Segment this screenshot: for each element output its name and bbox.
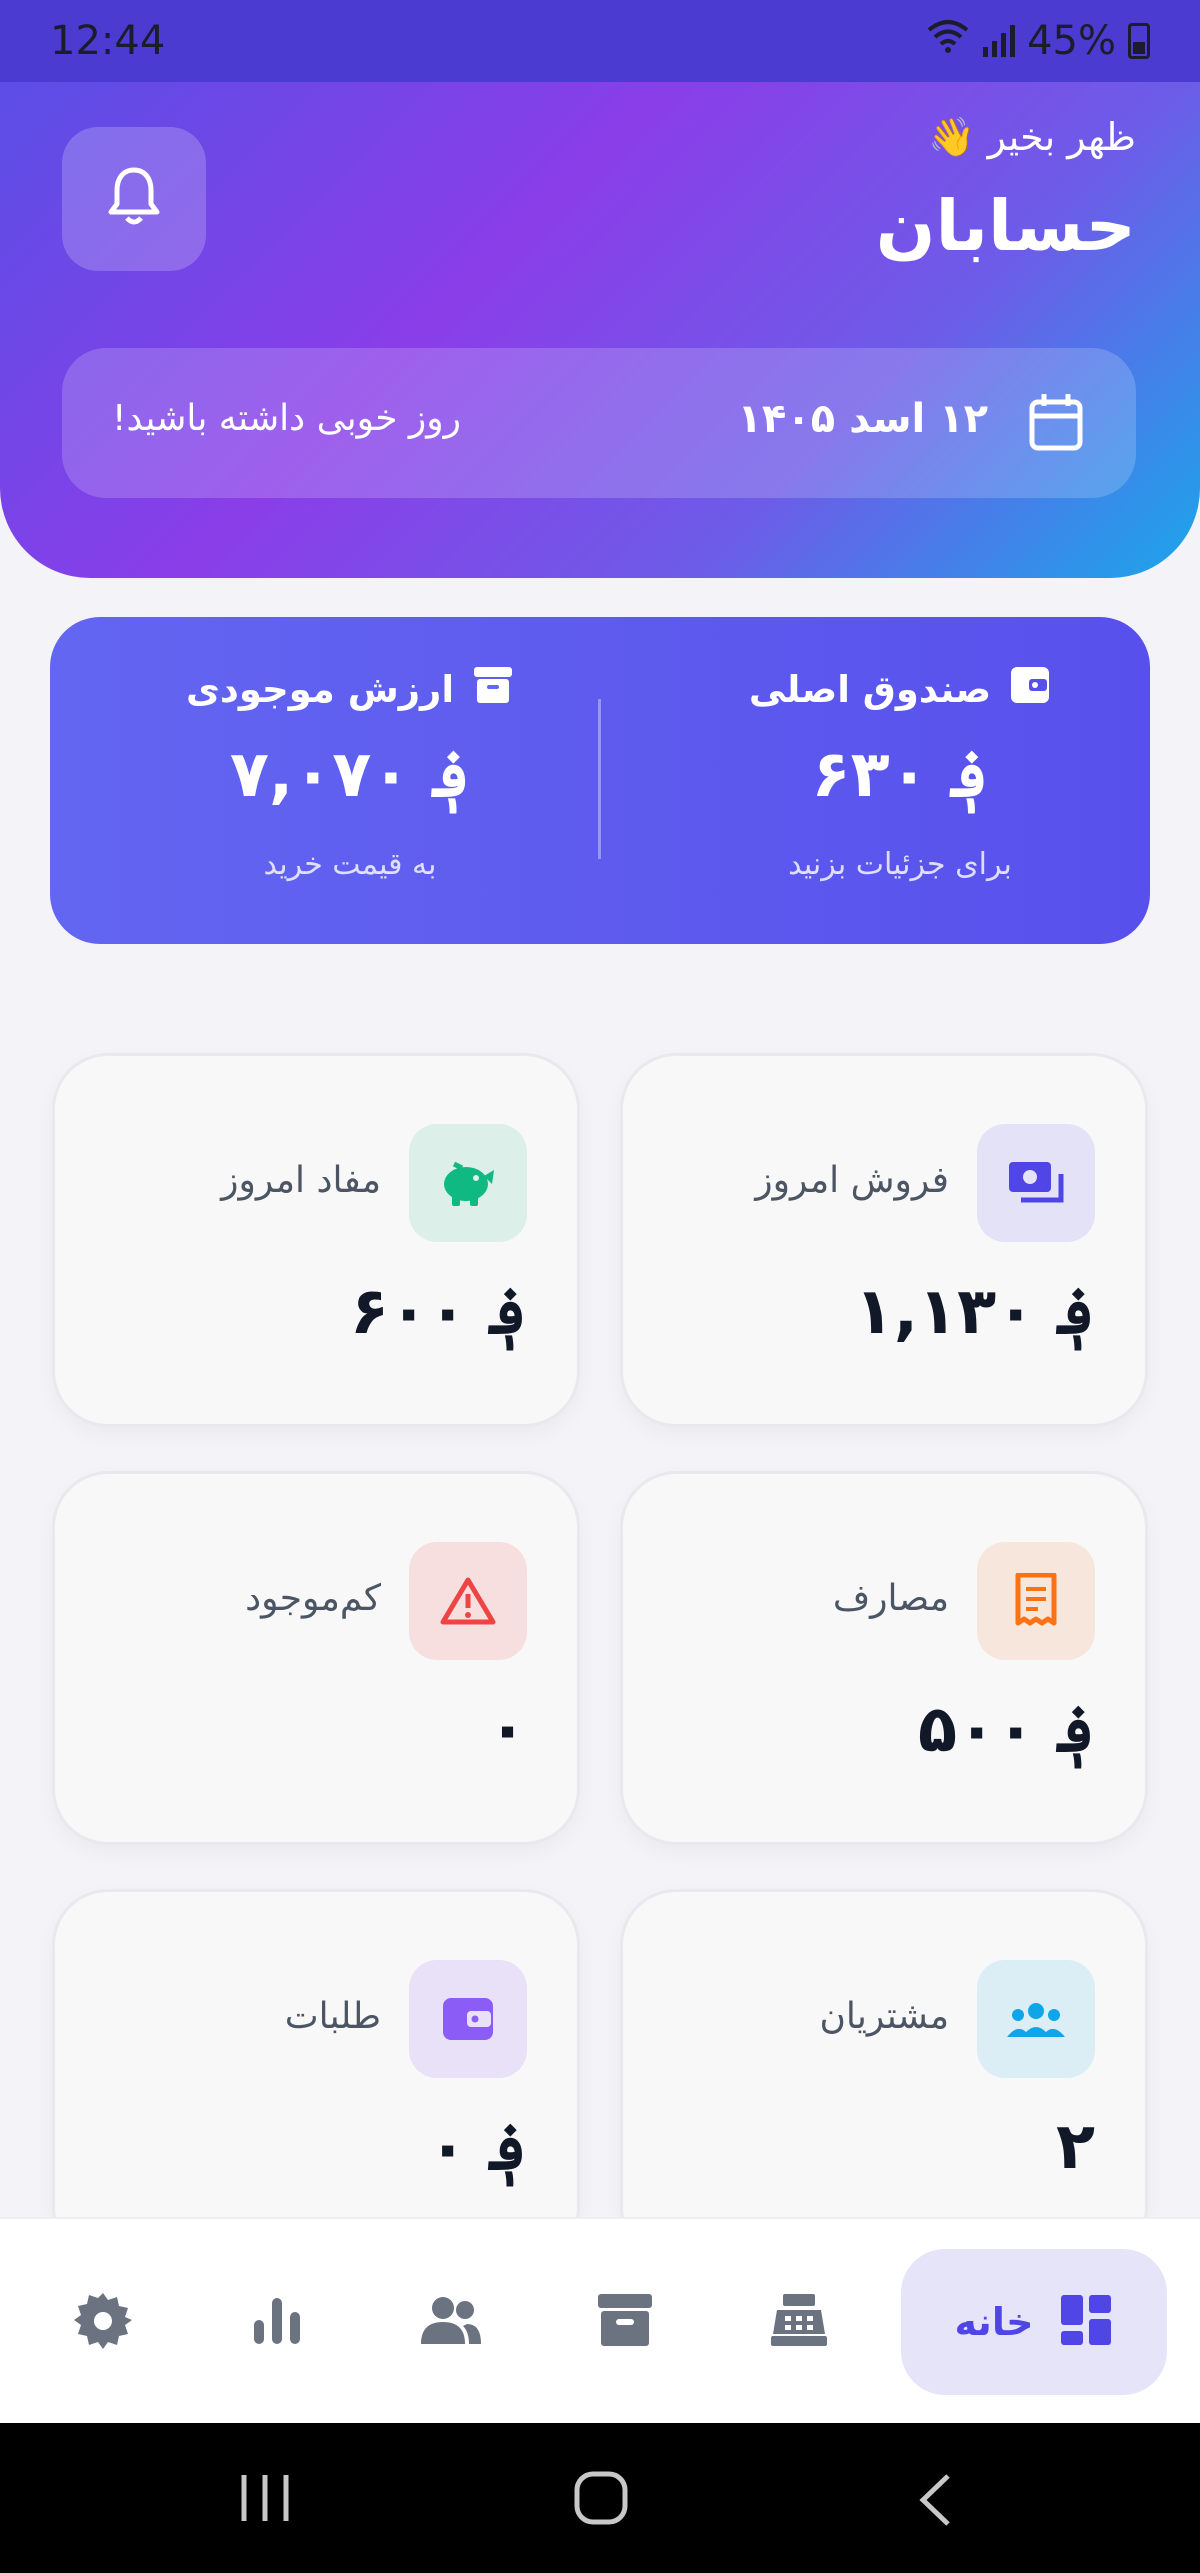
home-button[interactable] — [574, 2471, 628, 2529]
wallet-icon — [1009, 665, 1051, 714]
card-today-sales[interactable]: فروش امروز ؋ ۱,۱۳۰ — [620, 1053, 1148, 1427]
signal-icon — [983, 25, 1016, 57]
nav-settings[interactable] — [68, 2287, 138, 2357]
card-expenses[interactable]: مصارف ؋ ۵۰۰ — [620, 1471, 1148, 1845]
users-icon — [419, 2294, 483, 2350]
card-value: ۲ — [1055, 2110, 1095, 2184]
card-value: ؋ ۰ — [428, 2111, 527, 2185]
nav-home[interactable]: خانه — [901, 2249, 1167, 2395]
money-bill-icon — [977, 1124, 1095, 1242]
main-fund-hint: برای جزئیات بزنید — [788, 847, 1012, 882]
notifications-button[interactable] — [62, 127, 206, 271]
main-fund-value: ؋ ۶۳۰ — [811, 738, 989, 812]
cash-register-icon — [769, 2292, 829, 2352]
date-bar: ۱۲ اسد ۱۴۰۵ روز خوبی داشته باشید! — [62, 348, 1136, 498]
card-value: ؋ ۶۰۰ — [350, 1275, 527, 1349]
warning-icon — [409, 1542, 527, 1660]
bottom-navigation: خانه — [0, 2217, 1200, 2423]
inventory-value-label: ارزش موجودی — [185, 668, 455, 711]
card-today-profit[interactable]: مفاد امروز ؋ ۶۰۰ — [52, 1053, 580, 1427]
card-value: ۰ — [487, 1692, 527, 1766]
app-title: حسابان — [875, 185, 1136, 267]
dashboard-icon — [1059, 2293, 1113, 2351]
card-label: فروش امروز — [755, 1160, 949, 1201]
inventory-value: ؋ ۷,۰۷۰ — [229, 738, 471, 812]
card-label: کم‌موجود — [245, 1578, 381, 1619]
card-label: مصارف — [832, 1578, 949, 1619]
calendar-icon — [1028, 392, 1084, 456]
nav-home-label: خانه — [954, 2300, 1034, 2344]
users-icon — [977, 1960, 1095, 2078]
status-time: 12:44 — [50, 18, 166, 64]
card-label: مفاد امروز — [221, 1160, 381, 1201]
nav-inventory[interactable] — [590, 2287, 660, 2357]
inventory-value-summary[interactable]: ارزش موجودی ؋ ۷,۰۷۰ به قیمت خرید — [100, 617, 600, 944]
receipt-icon — [977, 1542, 1095, 1660]
status-bar: 12:44 45% — [0, 0, 1200, 82]
settings-icon — [74, 2291, 132, 2353]
recent-apps-button[interactable] — [238, 2473, 292, 2527]
chart-icon — [252, 2294, 302, 2350]
system-navigation-bar — [0, 2423, 1200, 2573]
main-fund-label: صندوق اصلی — [748, 668, 992, 711]
wifi-icon — [925, 18, 971, 64]
card-receivables[interactable]: طلبات ؋ ۰ — [52, 1889, 580, 2263]
back-button[interactable] — [918, 2473, 952, 2531]
battery-icon — [1128, 23, 1150, 59]
wallet-icon — [409, 1960, 527, 2078]
nav-customers[interactable] — [416, 2287, 486, 2357]
current-date: ۱۲ اسد ۱۴۰۵ — [737, 396, 989, 442]
status-indicators: 45% — [925, 18, 1150, 64]
nav-reports[interactable] — [242, 2287, 312, 2357]
nav-pos[interactable] — [764, 2287, 834, 2357]
card-low-stock[interactable]: کم‌موجود ۰ — [52, 1471, 580, 1845]
greeting: ظهر بخیر 👋 — [928, 115, 1136, 159]
main-fund-summary[interactable]: صندوق اصلی ؋ ۶۳۰ برای جزئیات بزنید — [650, 617, 1150, 944]
wish-text: روز خوبی داشته باشید! — [112, 398, 462, 439]
card-label: طلبات — [284, 1996, 381, 2037]
piggy-bank-icon — [409, 1124, 527, 1242]
archive-icon — [472, 665, 514, 714]
battery-percent: 45% — [1027, 18, 1116, 64]
card-label: مشتریان — [819, 1996, 949, 2037]
summary-card: صندوق اصلی ؋ ۶۳۰ برای جزئیات بزنید ارزش … — [50, 617, 1150, 944]
bell-icon — [107, 166, 161, 232]
card-customers[interactable]: مشتریان ۲ — [620, 1889, 1148, 2263]
card-value: ؋ ۵۰۰ — [918, 1693, 1095, 1767]
card-value: ؋ ۱,۱۳۰ — [854, 1275, 1095, 1349]
box-icon — [596, 2292, 654, 2352]
inventory-value-hint: به قیمت خرید — [263, 847, 437, 882]
